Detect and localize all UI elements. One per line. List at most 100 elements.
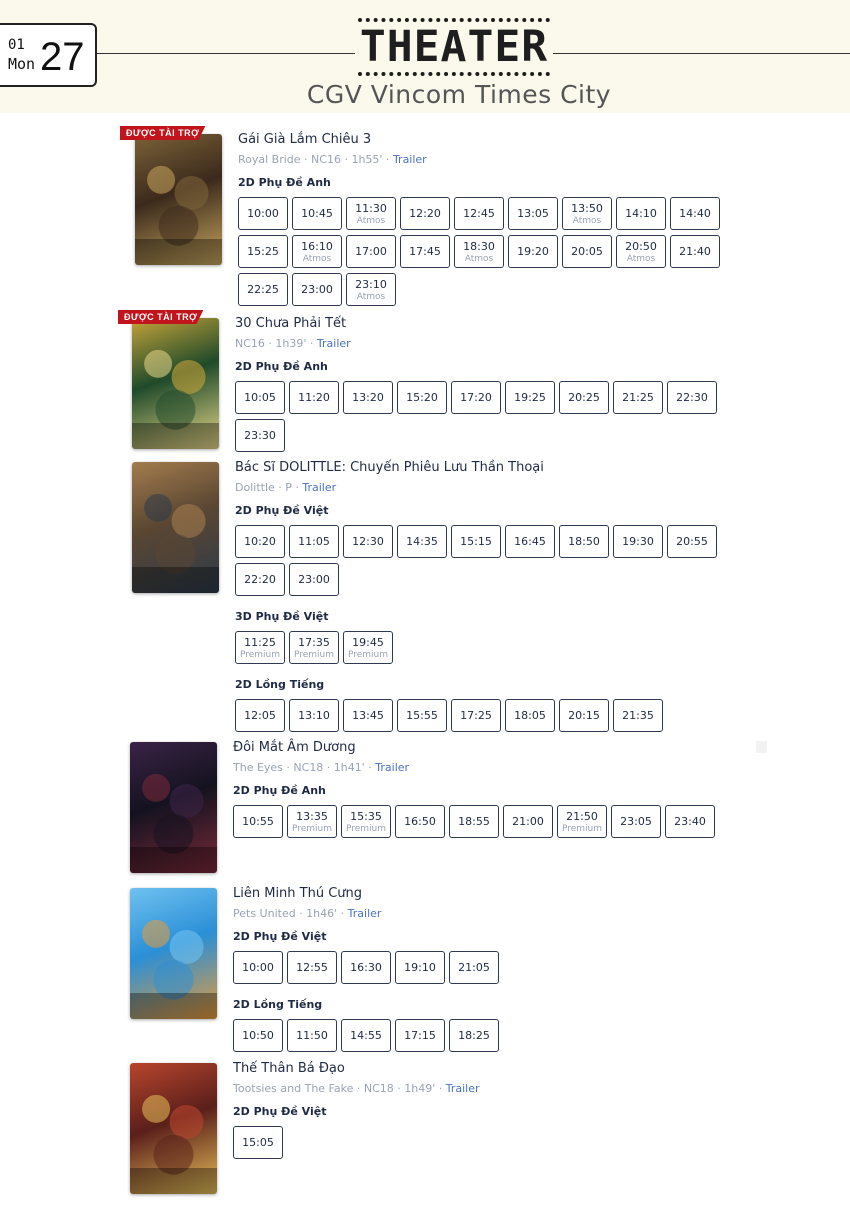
showtime-button[interactable]: 16:45 [505,525,555,558]
showtime-button[interactable]: 12:55 [287,951,337,984]
showtime-button[interactable]: 17:00 [346,235,396,268]
showtime-button[interactable]: 21:35 [613,699,663,732]
showtime-button[interactable]: 11:50 [287,1019,337,1052]
showtime-button[interactable]: 20:25 [559,381,609,414]
showtime-button[interactable]: 19:25 [505,381,555,414]
showtime-button[interactable]: 15:20 [397,381,447,414]
showtime-button[interactable]: 10:00 [238,197,288,230]
trailer-link[interactable]: Trailer [446,1082,480,1095]
movie-title[interactable]: Bác Sĩ DOLITTLE: Chuyến Phiêu Lưu Thần T… [235,460,725,475]
showtime-button[interactable]: 12:45 [454,197,504,230]
showtime-button[interactable]: 20:15 [559,699,609,732]
showtime-button[interactable]: 18:05 [505,699,555,732]
showtime-button[interactable]: 14:35 [397,525,447,558]
showtime-button[interactable]: 10:50 [233,1019,283,1052]
showtime-button[interactable]: 20:05 [562,235,612,268]
showtime-button[interactable]: 13:05 [508,197,558,230]
showtime-button[interactable]: 13:20 [343,381,393,414]
showtime-button[interactable]: 22:30 [667,381,717,414]
showtime-button[interactable]: 11:20 [289,381,339,414]
showtime-room-type: Atmos [356,291,386,302]
showtime-button[interactable]: 15:55 [397,699,447,732]
showtime-button[interactable]: 13:45 [343,699,393,732]
showtime-button[interactable]: 19:20 [508,235,558,268]
showtime-button[interactable]: 22:20 [235,563,285,596]
movie-poster[interactable] [130,1063,217,1194]
showtime-button[interactable]: 11:30 Atmos [346,197,396,230]
showtime-button[interactable]: 15:35 Premium [341,805,391,838]
showtime-button[interactable]: 12:20 [400,197,450,230]
showtime-button[interactable]: 10:20 [235,525,285,558]
showtime-button[interactable]: 16:30 [341,951,391,984]
showtime-button[interactable]: 23:00 [292,273,342,306]
showtime-button[interactable]: 13:50 Atmos [562,197,612,230]
showtime-button[interactable]: 18:30 Atmos [454,235,504,268]
showtime-button[interactable]: 10:05 [235,381,285,414]
showtime-button[interactable]: 16:50 [395,805,445,838]
showtime-button[interactable]: 15:05 [233,1126,283,1159]
showtime-button[interactable]: 23:05 [611,805,661,838]
showtime-button[interactable]: 20:55 [667,525,717,558]
movie-poster[interactable] [132,318,219,449]
showtime-button[interactable]: 17:15 [395,1019,445,1052]
showtime-button[interactable]: 10:45 [292,197,342,230]
showtime-button[interactable]: 10:55 [233,805,283,838]
showtime-button[interactable]: 22:25 [238,273,288,306]
showtime-button[interactable]: 15:15 [451,525,501,558]
showtime-button[interactable]: 13:10 [289,699,339,732]
showtime-button[interactable]: 18:25 [449,1019,499,1052]
showtime-button[interactable]: 23:40 [665,805,715,838]
showtime-button[interactable]: 14:40 [670,197,720,230]
showtime-button[interactable]: 23:00 [289,563,339,596]
showtime-button[interactable]: 14:55 [341,1019,391,1052]
trailer-link[interactable]: Trailer [317,337,351,350]
movie-title[interactable]: 30 Chưa Phải Tết [235,316,725,331]
showtime-button[interactable]: 11:05 [289,525,339,558]
page-header: 01 Mon 27 THEATER CGV Vincom Times City [0,0,850,113]
showtime-button[interactable]: 17:35 Premium [289,631,339,664]
showtime-button[interactable]: 21:40 [670,235,720,268]
date-badge[interactable]: 01 Mon 27 [0,23,97,87]
trailer-link[interactable]: Trailer [375,761,409,774]
showtime-room-type: Premium [561,823,603,834]
showtime-time: 22:25 [247,283,279,296]
movie-title[interactable]: Gái Già Lắm Chiêu 3 [238,132,728,147]
movie-title[interactable]: Liên Minh Thú Cưng [233,886,723,901]
movie-poster[interactable] [132,462,219,593]
showtime-button[interactable]: 23:10 Atmos [346,273,396,306]
movie-title[interactable]: Đôi Mắt Âm Dương [233,740,723,755]
showtime-button[interactable]: 21:05 [449,951,499,984]
showtime-button[interactable]: 13:35 Premium [287,805,337,838]
showtime-button[interactable]: 12:30 [343,525,393,558]
showtime-button[interactable]: 16:10 Atmos [292,235,342,268]
movie-poster[interactable] [130,888,217,1019]
showtime-button[interactable]: 10:00 [233,951,283,984]
showtime-button[interactable]: 18:55 [449,805,499,838]
showtime-room-type: Premium [347,649,389,660]
showtime-button[interactable]: 11:25 Premium [235,631,285,664]
showtime-button[interactable]: 15:25 [238,235,288,268]
showtime-button[interactable]: 19:30 [613,525,663,558]
showtime-button[interactable]: 23:30 [235,419,285,452]
trailer-link[interactable]: Trailer [348,907,382,920]
showtime-button[interactable]: 21:00 [503,805,553,838]
showtime-button[interactable]: 17:25 [451,699,501,732]
movie-title[interactable]: Thế Thân Bá Đạo [233,1061,723,1076]
movie-poster[interactable] [135,134,222,265]
movie-poster[interactable] [130,742,217,873]
showtime-button[interactable]: 14:10 [616,197,666,230]
showtime-button[interactable]: 17:45 [400,235,450,268]
showtime-button[interactable]: 21:50 Premium [557,805,607,838]
showtime-button[interactable]: 12:05 [235,699,285,732]
showtime-list: 10:20 11:05 12:30 14:35 15:15 16:45 18:50 19:30… [235,525,725,596]
showtime-button[interactable]: 20:50 Atmos [616,235,666,268]
showtime-button[interactable]: 17:20 [451,381,501,414]
trailer-link[interactable]: Trailer [302,481,336,494]
showtime-button[interactable]: 18:50 [559,525,609,558]
showtime-time: 23:10 [355,277,387,291]
showtime-button[interactable]: 21:25 [613,381,663,414]
format-group: 2D Phụ Đề Việt 10:20 11:05 12:30 14:35 15:15 1… [235,504,725,596]
showtime-button[interactable]: 19:45 Premium [343,631,393,664]
trailer-link[interactable]: Trailer [393,153,427,166]
showtime-button[interactable]: 19:10 [395,951,445,984]
